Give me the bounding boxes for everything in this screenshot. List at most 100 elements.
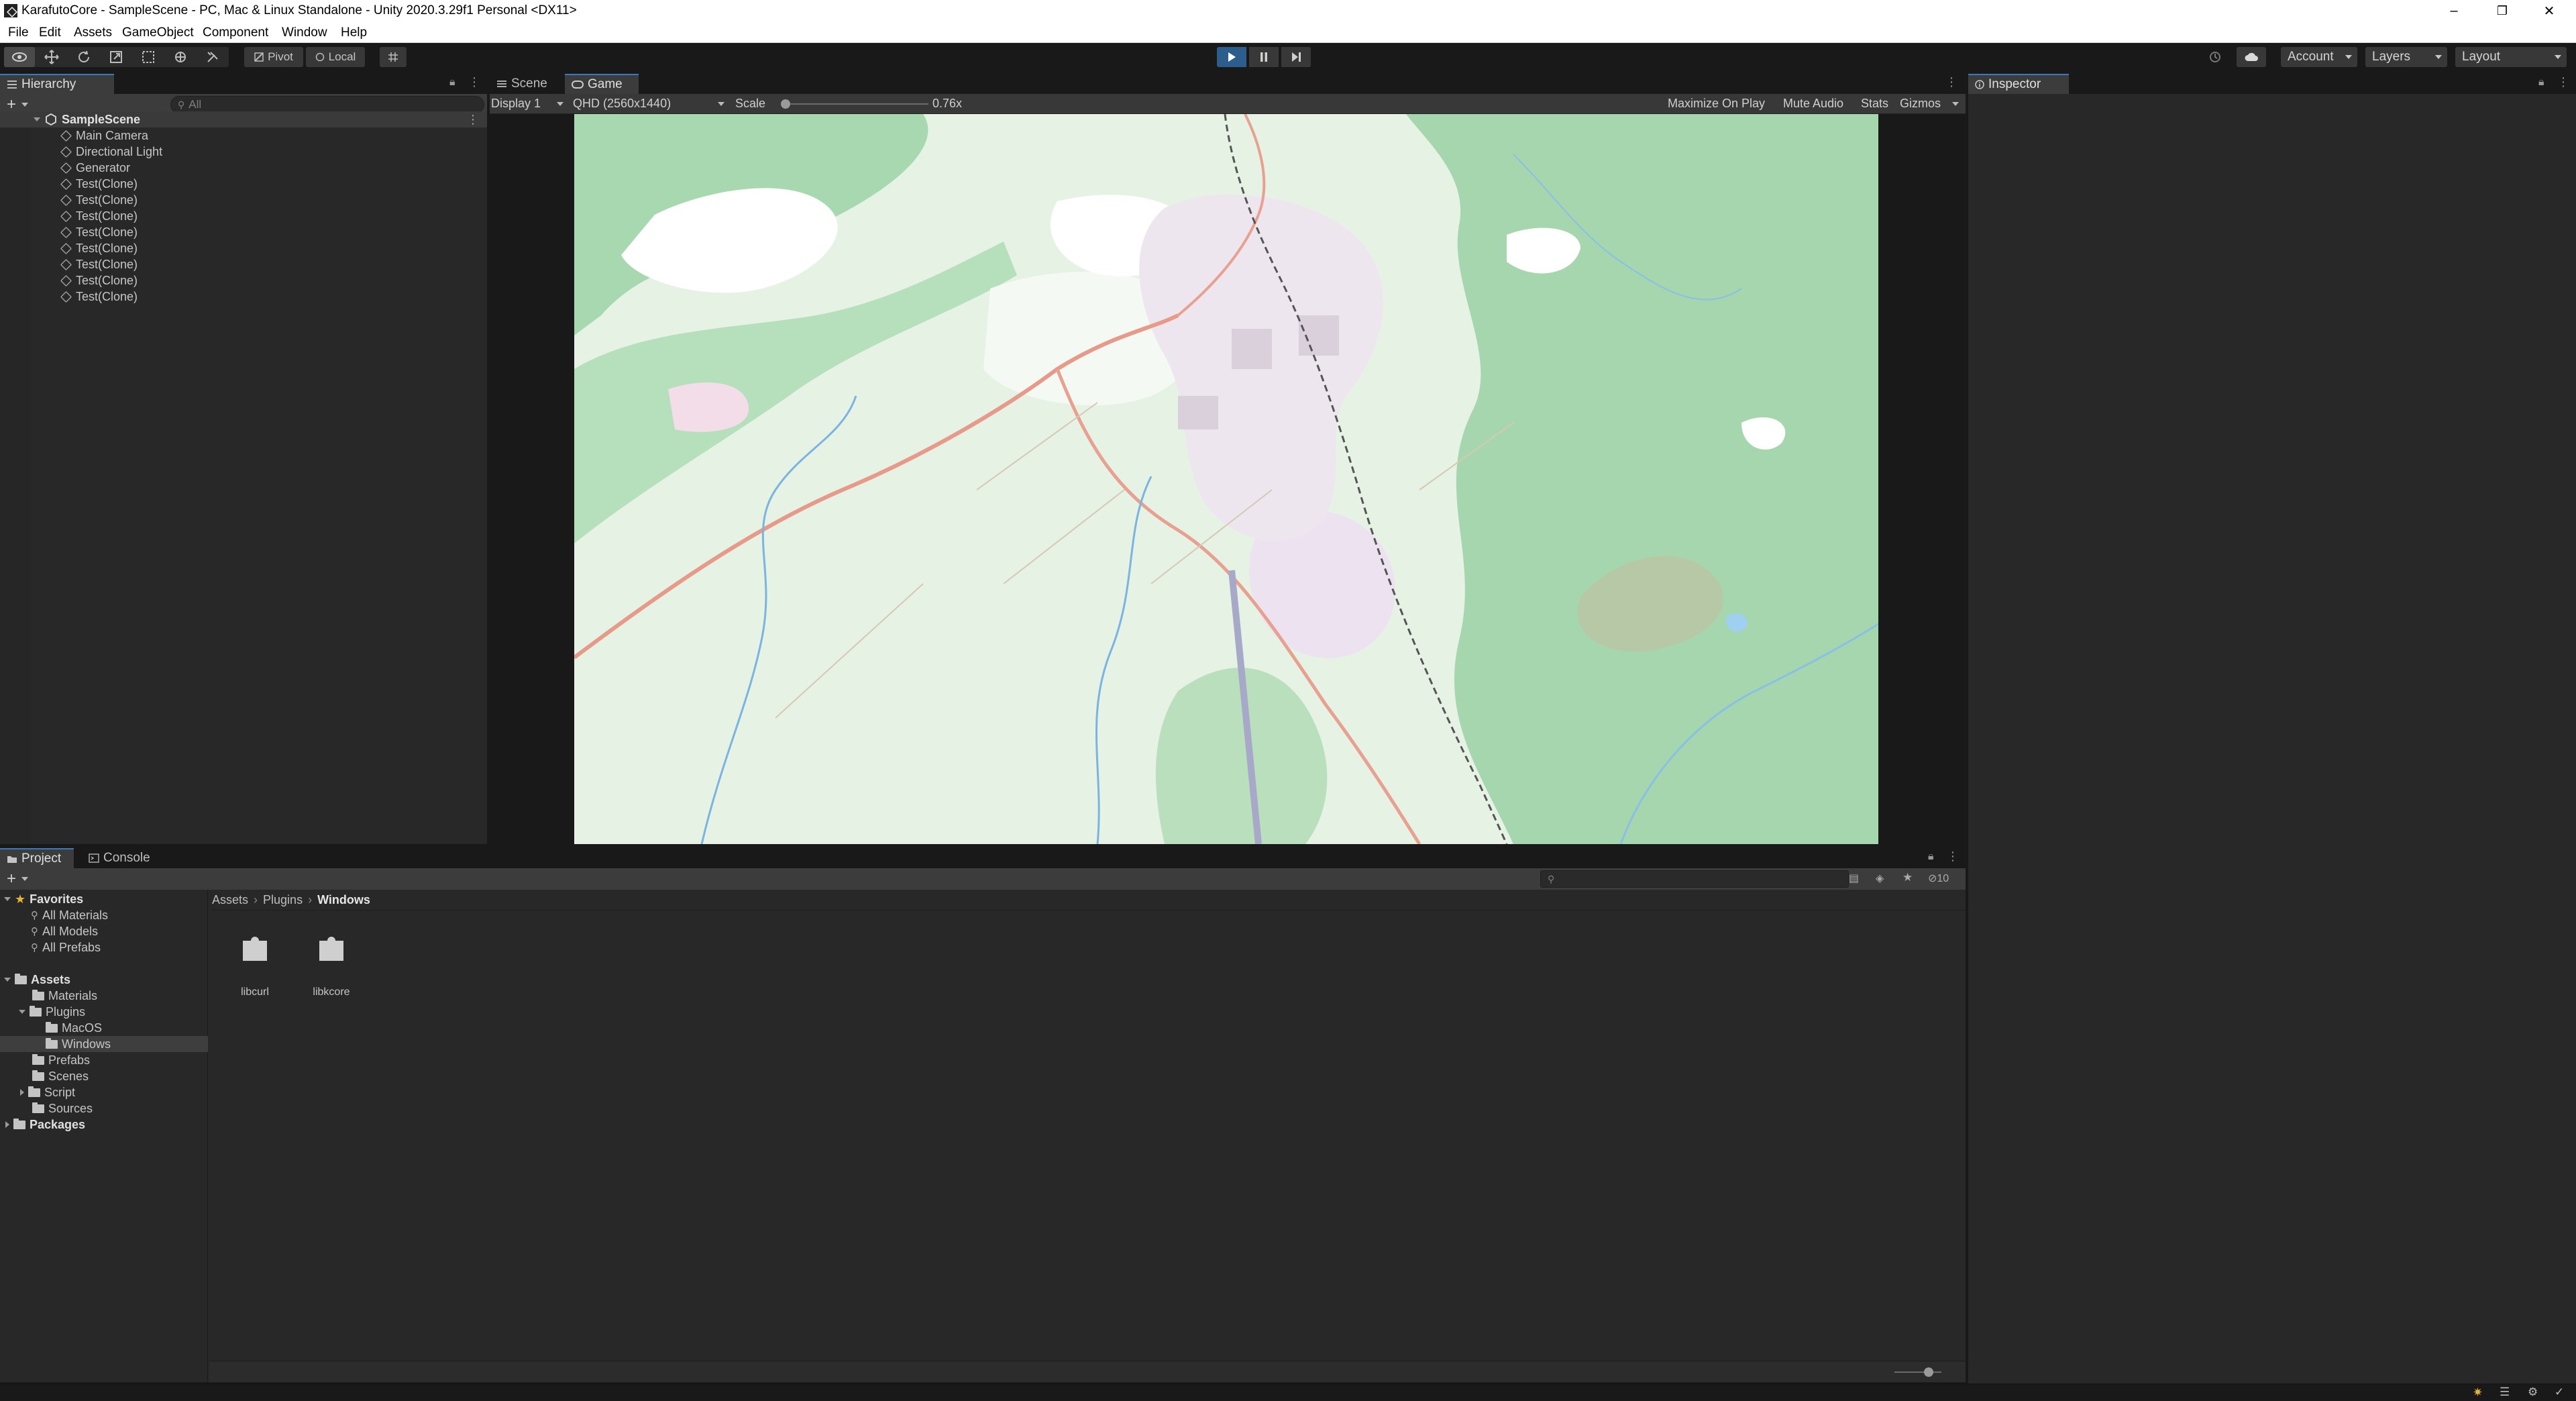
hierarchy-scene-row[interactable]: SampleScene ⋮ (0, 111, 487, 127)
lighting-icon[interactable]: ✷ (2473, 1386, 2483, 1400)
tab-inspector[interactable]: Inspector (1968, 74, 2069, 94)
lock-icon[interactable]: 🔒︎ (449, 76, 455, 89)
close-button[interactable]: ✕ (2522, 0, 2576, 21)
asset-item-libkcore[interactable]: libkcore (305, 927, 358, 1001)
create-asset-button[interactable]: + (7, 870, 16, 888)
breadcrumb-windows[interactable]: Windows (317, 893, 370, 907)
rotate-tool-button[interactable] (68, 47, 99, 67)
breadcrumb-assets[interactable]: Assets (212, 893, 248, 907)
display-dropdown[interactable]: Display 1 (491, 97, 541, 111)
chevron-down-icon[interactable] (4, 897, 11, 901)
kebab-menu-icon[interactable]: ⋮ (1947, 849, 1959, 864)
chevron-right-icon[interactable] (5, 1121, 9, 1128)
menu-window[interactable]: Window (282, 25, 327, 40)
minimize-button[interactable]: – (2427, 0, 2481, 21)
play-button[interactable] (1217, 47, 1246, 67)
pivot-toggle[interactable]: Pivot (244, 47, 303, 67)
hierarchy-item-test-clone[interactable]: Test(Clone) (0, 208, 487, 224)
step-button[interactable] (1281, 47, 1311, 67)
hierarchy-item-test-clone[interactable]: Test(Clone) (0, 256, 487, 272)
favorites-section[interactable]: ★ Favorites (0, 891, 208, 907)
resolution-dropdown[interactable]: QHD (2560x1440) (573, 97, 671, 111)
tab-hierarchy[interactable]: Hierarchy (0, 74, 114, 94)
chevron-down-icon[interactable] (21, 877, 28, 881)
custom-tool-button[interactable] (197, 47, 228, 67)
favorite-star-icon[interactable]: ★ (1902, 871, 1913, 884)
hidden-packages-toggle[interactable]: ⊘10 (1928, 872, 1949, 885)
debug-icon[interactable]: ⚙ (2528, 1386, 2538, 1399)
kebab-menu-icon[interactable]: ⋮ (2557, 75, 2569, 89)
cloud-button[interactable] (2237, 47, 2266, 67)
hierarchy-item-test-clone[interactable]: Test(Clone) (0, 192, 487, 208)
assets-section[interactable]: Assets (0, 972, 208, 988)
lock-icon[interactable]: 🔒︎ (1928, 851, 1934, 863)
grid-snap-button[interactable] (380, 47, 407, 67)
sync-icon[interactable]: ☰ (2500, 1386, 2510, 1399)
folder-script[interactable]: Script (0, 1084, 208, 1100)
collab-button[interactable] (2202, 47, 2229, 67)
scale-slider[interactable] (781, 99, 928, 109)
folder-prefabs[interactable]: Prefabs (0, 1052, 208, 1068)
lock-icon[interactable]: 🔒︎ (2538, 76, 2544, 89)
folder-sources[interactable]: Sources (0, 1100, 208, 1117)
gizmos-dropdown[interactable]: Gizmos (1900, 97, 1941, 111)
hierarchy-item-main-camera[interactable]: Main Camera (0, 127, 487, 144)
breadcrumb-plugins[interactable]: Plugins (263, 893, 303, 907)
move-tool-button[interactable] (36, 47, 67, 67)
check-icon[interactable]: ✓ (2555, 1386, 2564, 1399)
favorite-item-all-models[interactable]: ⚲ All Models (0, 923, 208, 939)
hierarchy-item-test-clone[interactable]: Test(Clone) (0, 240, 487, 256)
chevron-down-icon[interactable] (34, 117, 40, 121)
local-toggle[interactable]: Local (306, 47, 365, 67)
folder-macos[interactable]: MacOS (0, 1020, 208, 1036)
chevron-down-icon[interactable] (21, 103, 28, 107)
rect-tool-button[interactable] (133, 47, 164, 67)
scale-slider-thumb[interactable] (781, 99, 790, 109)
transform-tool-button[interactable] (165, 47, 196, 67)
tab-scene[interactable]: Scene (490, 74, 565, 94)
icon-size-slider-thumb[interactable] (1924, 1367, 1933, 1377)
menu-edit[interactable]: Edit (39, 25, 61, 40)
hierarchy-item-test-clone[interactable]: Test(Clone) (0, 176, 487, 192)
layout-dropdown[interactable]: Layout (2455, 47, 2567, 67)
folder-scenes[interactable]: Scenes (0, 1068, 208, 1084)
menu-file[interactable]: File (8, 25, 29, 40)
game-render-view[interactable] (574, 114, 1878, 844)
maximize-on-play-toggle[interactable]: Maximize On Play (1668, 97, 1765, 111)
layers-dropdown[interactable]: Layers (2365, 47, 2447, 67)
asset-item-libcurl[interactable]: libcurl (228, 927, 282, 1001)
mute-audio-toggle[interactable]: Mute Audio (1783, 97, 1843, 111)
favorite-item-all-prefabs[interactable]: ⚲ All Prefabs (0, 939, 208, 955)
search-by-type-icon[interactable]: ▤ (1849, 872, 1859, 885)
icon-size-slider[interactable] (1894, 1367, 1941, 1377)
folder-materials[interactable]: Materials (0, 988, 208, 1004)
search-by-label-icon[interactable]: ◈ (1876, 872, 1884, 885)
project-search-input[interactable]: ⚲ (1540, 870, 1849, 888)
hierarchy-item-generator[interactable]: Generator (0, 160, 487, 176)
scale-tool-button[interactable] (101, 47, 131, 67)
chevron-down-icon[interactable] (4, 978, 11, 982)
menu-gameobject[interactable]: GameObject (122, 25, 194, 40)
folder-windows[interactable]: Windows (0, 1036, 208, 1052)
chevron-right-icon[interactable] (20, 1089, 24, 1096)
kebab-menu-icon[interactable]: ⋮ (1945, 75, 1957, 89)
menu-assets[interactable]: Assets (74, 25, 112, 40)
maximize-button[interactable]: ❐ (2475, 0, 2529, 21)
stats-toggle[interactable]: Stats (1861, 97, 1888, 111)
packages-section[interactable]: Packages (0, 1117, 208, 1133)
menu-help[interactable]: Help (341, 25, 367, 40)
favorite-item-all-materials[interactable]: ⚲ All Materials (0, 907, 208, 923)
pause-button[interactable] (1249, 47, 1279, 67)
kebab-menu-icon[interactable]: ⋮ (468, 75, 480, 89)
account-dropdown[interactable]: Account (2281, 47, 2357, 67)
hierarchy-item-directional-light[interactable]: Directional Light (0, 144, 487, 160)
tab-game[interactable]: Game (565, 74, 639, 94)
chevron-down-icon[interactable] (19, 1010, 25, 1014)
kebab-menu-icon[interactable]: ⋮ (467, 113, 479, 127)
hierarchy-item-test-clone[interactable]: Test(Clone) (0, 289, 487, 305)
tab-console[interactable]: Console (82, 848, 169, 868)
hierarchy-item-test-clone[interactable]: Test(Clone) (0, 224, 487, 240)
folder-plugins[interactable]: Plugins (0, 1004, 208, 1020)
menu-component[interactable]: Component (203, 25, 268, 40)
tab-project[interactable]: Project (0, 848, 74, 868)
